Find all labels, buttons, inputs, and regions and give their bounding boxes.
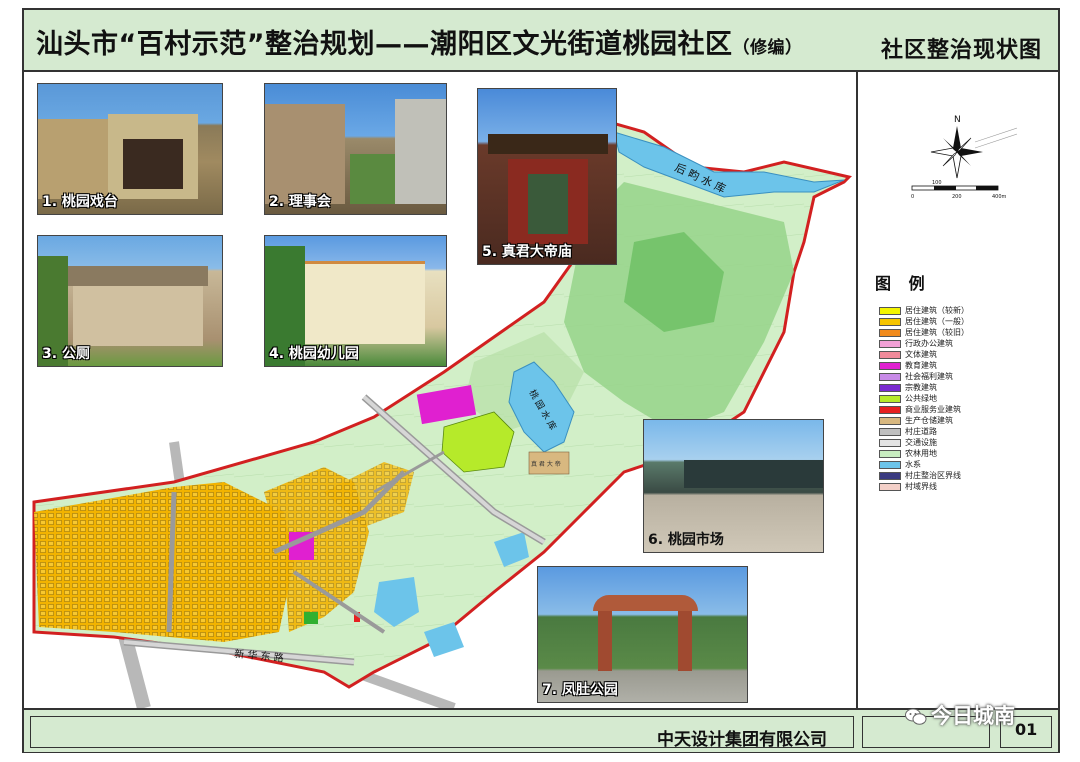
page-number: 01 [1015, 720, 1038, 739]
legend-item: 文体建筑 [879, 350, 969, 361]
legend-swatch [879, 483, 901, 492]
legend-label: 生产仓储建筑 [905, 416, 953, 426]
green-plot [304, 612, 318, 624]
legend-swatch [879, 384, 901, 393]
footer-company-box: 中天设计集团有限公司 [30, 716, 854, 750]
compass-rose-icon: N 100 0 200 400m [911, 115, 1018, 200]
legend-item: 居住建筑（一般） [879, 317, 969, 328]
header-bar: 汕头市“百村示范”整治规划——潮阳区文光街道桃园社区（修编） 社区整治现状图 [24, 10, 1058, 72]
legend-label: 社会福利建筑 [905, 372, 953, 382]
photo-caption-7: 7. 凤肚公园 [542, 682, 618, 698]
legend-label: 教育建筑 [905, 361, 937, 371]
legend-label: 交通设施 [905, 438, 937, 448]
photo-toilet: 3. 公厕 [37, 235, 223, 367]
legend-swatch [879, 329, 901, 338]
legend-item: 交通设施 [879, 438, 969, 449]
watermark-text: 今日城南 [931, 704, 1015, 728]
photo-kindergarten: 4. 桃园幼儿园 [264, 235, 447, 367]
legend-swatch [879, 428, 901, 437]
legend-item: 水系 [879, 460, 969, 471]
title-main: 汕头市“百村示范”整治规划——潮阳区文光街道桃园社区 [36, 29, 733, 60]
legend-swatch [879, 406, 901, 415]
legend-item: 宗教建筑 [879, 383, 969, 394]
scale-label-200: 200 [952, 194, 962, 200]
legend-label: 村庄整治区界线 [905, 471, 961, 481]
legend-swatch [879, 351, 901, 360]
legend-swatch [879, 373, 901, 382]
title-sub: （修编） [732, 38, 803, 58]
photo-stage: 1. 桃园戏台 [37, 83, 223, 215]
scale-label-0: 0 [911, 194, 914, 200]
legend-label: 农林用地 [905, 449, 937, 459]
footer-bar: 中天设计集团有限公司 [24, 708, 1058, 752]
page-title: 汕头市“百村示范”整治规划——潮阳区文光街道桃园社区（修编） [36, 22, 803, 61]
photo-caption-3: 3. 公厕 [42, 346, 90, 362]
legend-swatch [879, 472, 901, 481]
legend-label: 公共绿地 [905, 394, 937, 404]
legend-item: 商业服务业建筑 [879, 405, 969, 416]
scale-label-top: 100 [932, 180, 942, 186]
legend-swatch [879, 318, 901, 327]
legend: 居住建筑（较新） 居住建筑（一般） 居住建筑（较旧） 行政办公建筑 文体建筑 教育建筑 社会… [879, 306, 969, 493]
photo-caption-2: 2. 理事会 [269, 194, 331, 210]
legend-swatch [879, 461, 901, 470]
temple-sign-label: 真 君 大 帝 [531, 460, 561, 468]
legend-label: 文体建筑 [905, 350, 937, 360]
compass-north-label: N [954, 115, 961, 125]
legend-swatch [879, 307, 901, 316]
legend-item: 生产仓储建筑 [879, 416, 969, 427]
legend-item: 教育建筑 [879, 361, 969, 372]
legend-item: 村庄道路 [879, 427, 969, 438]
map-title: 社区整治现状图 [880, 38, 1042, 63]
company-name: 中天设计集团有限公司 [657, 730, 827, 750]
legend-label: 居住建筑（较新） [905, 306, 969, 316]
legend-item: 社会福利建筑 [879, 372, 969, 383]
legend-swatch [879, 439, 901, 448]
watermark: 今日城南 [905, 700, 1015, 730]
legend-item: 农林用地 [879, 449, 969, 460]
photo-caption-5: 5. 真君大帝庙 [482, 244, 572, 260]
legend-swatch [879, 340, 901, 349]
legend-label: 村庄道路 [905, 427, 937, 437]
photo-council: 2. 理事会 [264, 83, 447, 215]
legend-label: 水系 [905, 460, 921, 470]
legend-label: 村域界线 [905, 482, 937, 492]
legend-label: 行政办公建筑 [905, 339, 953, 349]
photo-caption-4: 4. 桃园幼儿园 [269, 346, 359, 362]
photo-market: 6. 桃园市场 [643, 419, 824, 553]
photo-caption-6: 6. 桃园市场 [648, 532, 724, 548]
photo-temple: 5. 真君大帝庙 [477, 88, 617, 265]
legend-item: 居住建筑（较新） [879, 306, 969, 317]
wechat-icon [905, 708, 927, 725]
legend-swatch [879, 395, 901, 404]
photo-park: 7. 凤肚公园 [537, 566, 748, 703]
legend-item: 村域界线 [879, 482, 969, 493]
legend-swatch [879, 362, 901, 371]
legend-label: 商业服务业建筑 [905, 405, 961, 415]
residential-zone-west [34, 482, 294, 642]
legend-label: 居住建筑（一般） [905, 317, 969, 327]
scale-label-400: 400m [992, 194, 1007, 200]
legend-swatch [879, 450, 901, 459]
legend-item: 居住建筑（较旧） [879, 328, 969, 339]
legend-label: 宗教建筑 [905, 383, 937, 393]
legend-swatch [879, 417, 901, 426]
photo-caption-1: 1. 桃园戏台 [42, 194, 118, 210]
legend-item: 行政办公建筑 [879, 339, 969, 350]
road-southeast [352, 667, 456, 708]
legend-title: 图 例 [875, 274, 931, 293]
legend-item: 公共绿地 [879, 394, 969, 405]
legend-item: 村庄整治区界线 [879, 471, 969, 482]
legend-label: 居住建筑（较旧） [905, 328, 969, 338]
